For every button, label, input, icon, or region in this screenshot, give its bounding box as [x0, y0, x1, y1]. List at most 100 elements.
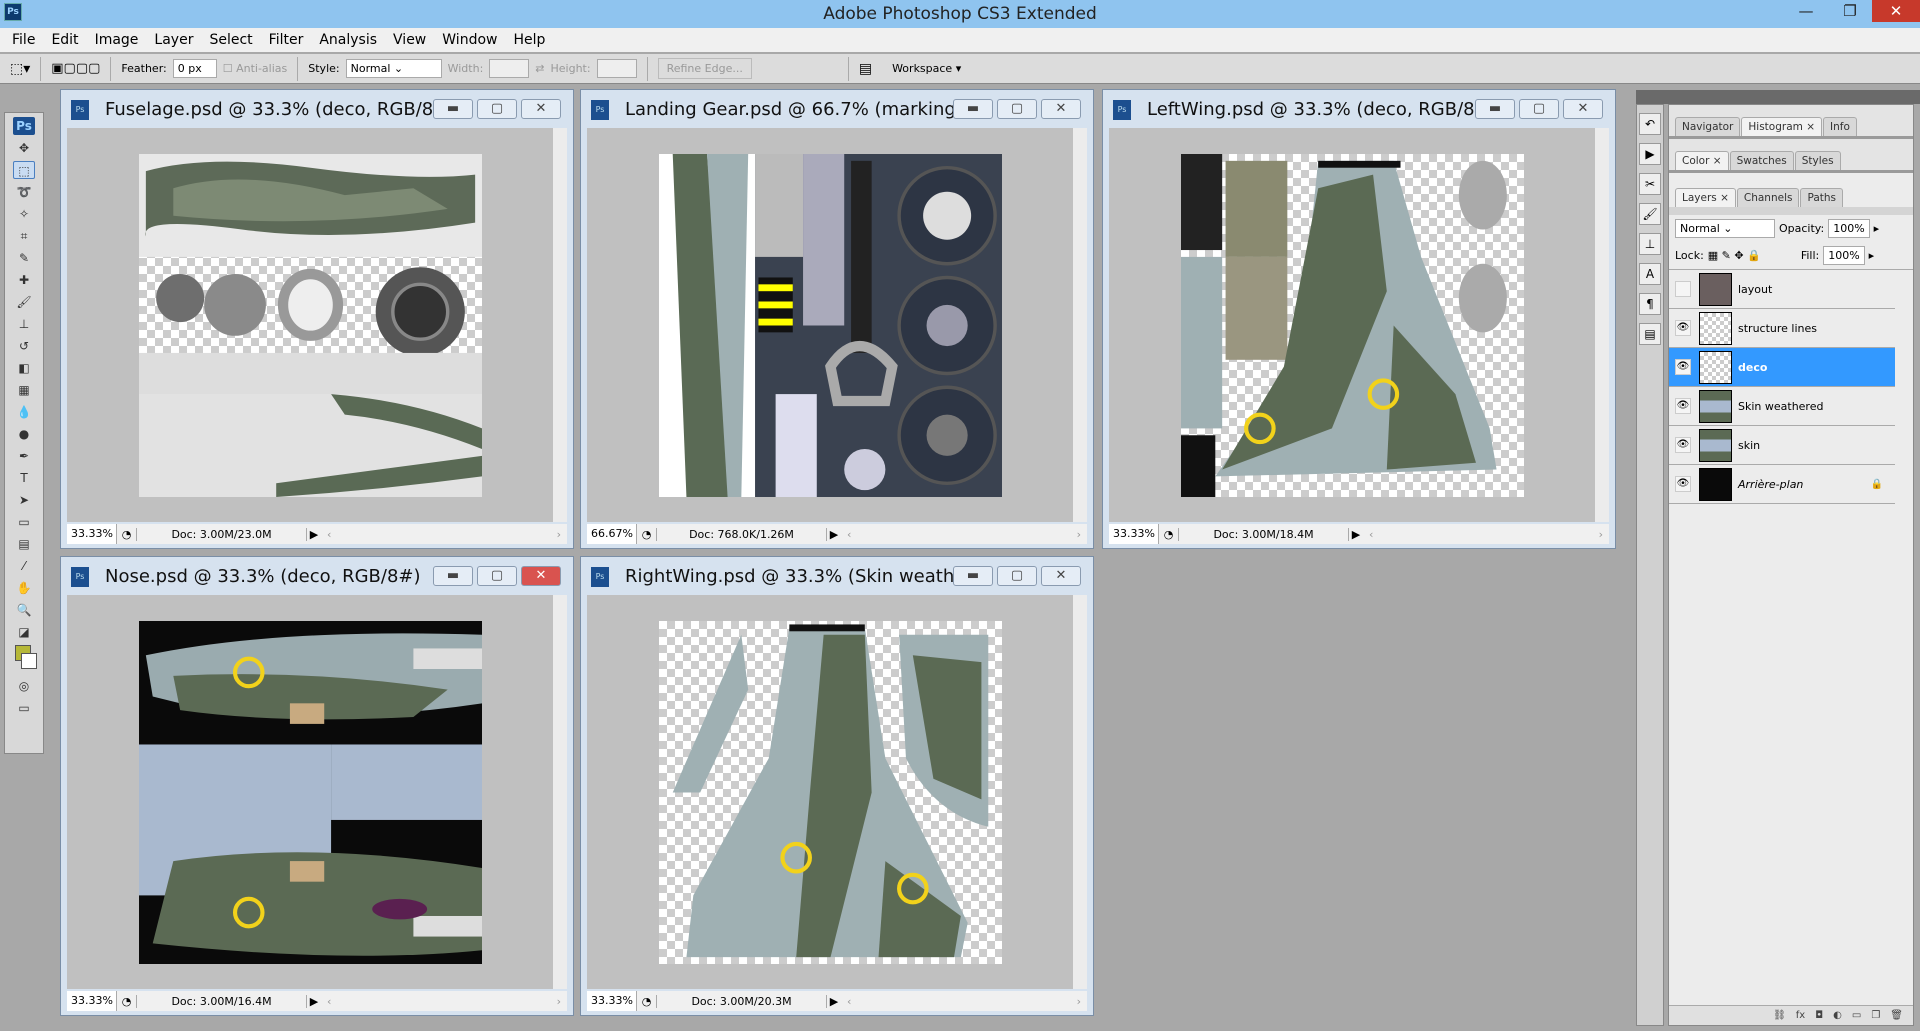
menu-help[interactable]: Help — [505, 32, 553, 48]
background-color[interactable] — [21, 653, 37, 669]
status-menu-arrow-icon[interactable]: ▶ — [827, 995, 841, 1008]
magic-wand-icon[interactable]: ✧ — [13, 205, 35, 223]
color-swatches[interactable] — [13, 645, 37, 673]
brush-tool-icon[interactable]: 🖌 — [13, 293, 35, 311]
panel-dock-header[interactable] — [1636, 90, 1920, 104]
shape-tool-icon[interactable]: ▭ — [13, 513, 35, 531]
height-input[interactable] — [596, 59, 637, 78]
actions-icon[interactable]: ▶ — [1639, 143, 1661, 165]
zoom-field[interactable]: 33.33% — [67, 991, 117, 1011]
anti-alias-checkbox[interactable]: ☐ Anti-alias — [223, 62, 288, 75]
menu-file[interactable]: File — [4, 32, 43, 48]
mask-icon[interactable]: ◘ — [1815, 1010, 1823, 1021]
canvas-area[interactable] — [587, 595, 1073, 989]
status-menu-arrow-icon[interactable]: ▶ — [307, 995, 321, 1008]
eye-icon[interactable]: 👁 — [1675, 320, 1691, 336]
menu-filter[interactable]: Filter — [261, 32, 312, 48]
layer-row-skin-weathered[interactable]: 👁 Skin weathered — [1669, 387, 1895, 426]
maximize-button[interactable]: ▢ — [1519, 99, 1559, 119]
bridge-icon[interactable]: ▤ — [859, 61, 872, 77]
width-input[interactable] — [489, 59, 530, 78]
feather-input[interactable]: 0 px — [172, 59, 217, 78]
pen-tool-icon[interactable]: ✒ — [13, 447, 35, 465]
tab-navigator[interactable]: Navigator — [1675, 117, 1741, 136]
tab-histogram[interactable]: Histogram × — [1741, 117, 1822, 136]
blur-tool-icon[interactable]: 💧 — [13, 403, 35, 421]
close-button[interactable]: ✕ — [521, 566, 561, 586]
zoom-field[interactable]: 33.33% — [587, 991, 637, 1011]
path-selection-icon[interactable]: ➤ — [13, 491, 35, 509]
status-info-icon[interactable]: ◔ — [637, 994, 657, 1008]
document-canvas[interactable] — [139, 621, 482, 964]
menu-edit[interactable]: Edit — [43, 32, 86, 48]
blend-mode-select[interactable]: Normal ⌄ — [1675, 219, 1775, 238]
document-window-rightwing[interactable]: Ps RightWing.psd @ 33.3% (Skin weather...… — [580, 556, 1094, 1016]
horizontal-scrollbar[interactable]: ‹ › — [1363, 528, 1609, 541]
zoom-field[interactable]: 33.33% — [1109, 524, 1159, 544]
type-tool-icon[interactable]: T — [13, 469, 35, 487]
vertical-scrollbar[interactable] — [1595, 128, 1609, 522]
vertical-scrollbar[interactable] — [1073, 128, 1087, 522]
style-select[interactable]: Normal ⌄ — [345, 59, 442, 78]
marquee-tool-icon[interactable]: ⬚ — [13, 161, 35, 179]
minimize-button[interactable]: ▬ — [953, 99, 993, 119]
brushes-icon[interactable]: 🖌 — [1639, 203, 1661, 225]
horizontal-scrollbar[interactable]: ‹ › — [841, 995, 1087, 1008]
menu-analysis[interactable]: Analysis — [311, 32, 385, 48]
notes-tool-icon[interactable]: ▤ — [13, 535, 35, 553]
close-button[interactable]: ✕ — [521, 99, 561, 119]
clone-source-icon[interactable]: ⊥ — [1639, 233, 1661, 255]
maximize-button[interactable]: ▢ — [997, 566, 1037, 586]
tab-styles[interactable]: Styles — [1794, 151, 1841, 170]
quick-mask-icon[interactable]: ◎ — [13, 677, 35, 695]
paragraph-icon[interactable]: ¶ — [1639, 293, 1661, 315]
screen-mode-icon[interactable]: ▭ — [13, 699, 35, 717]
visibility-toggle[interactable] — [1675, 281, 1691, 297]
fill-input[interactable]: 100% — [1823, 246, 1865, 265]
layer-row-arriere-plan[interactable]: 👁 Arrière-plan 🔒 — [1669, 465, 1895, 504]
layer-row-deco[interactable]: 👁 deco — [1669, 348, 1895, 387]
hand-tool-icon[interactable]: ✋ — [13, 579, 35, 597]
new-layer-icon[interactable]: ❐ — [1871, 1010, 1880, 1021]
maximize-button[interactable]: ▢ — [477, 99, 517, 119]
menu-image[interactable]: Image — [87, 32, 147, 48]
zoom-field[interactable]: 66.67% — [587, 524, 637, 544]
status-info-icon[interactable]: ◔ — [1159, 527, 1179, 541]
eye-icon[interactable]: 👁 — [1675, 437, 1691, 453]
menu-select[interactable]: Select — [201, 32, 260, 48]
zoom-field[interactable]: 33.33% — [67, 524, 117, 544]
fx-icon[interactable]: fx — [1796, 1010, 1805, 1021]
document-canvas[interactable] — [659, 154, 1002, 497]
eraser-tool-icon[interactable]: ◧ — [13, 359, 35, 377]
tab-swatches[interactable]: Swatches — [1729, 151, 1794, 170]
crop-tool-icon[interactable]: ⌗ — [13, 227, 35, 245]
tab-color[interactable]: Color × — [1675, 151, 1729, 170]
opacity-input[interactable]: 100% — [1828, 219, 1870, 238]
status-info-icon[interactable]: ◔ — [117, 994, 137, 1008]
horizontal-scrollbar[interactable]: ‹ › — [321, 528, 567, 541]
maximize-button[interactable]: ▢ — [997, 99, 1037, 119]
canvas-area[interactable] — [1109, 128, 1595, 522]
document-canvas[interactable] — [659, 621, 1002, 964]
horizontal-scrollbar[interactable]: ‹ › — [841, 528, 1087, 541]
clone-stamp-icon[interactable]: ⊥ — [13, 315, 35, 333]
horizontal-scrollbar[interactable]: ‹ › — [321, 995, 567, 1008]
adjustment-icon[interactable]: ◐ — [1833, 1010, 1842, 1021]
history-icon[interactable]: ↶ — [1639, 113, 1661, 135]
document-canvas[interactable] — [139, 154, 482, 497]
status-menu-arrow-icon[interactable]: ▶ — [1349, 528, 1363, 541]
group-icon[interactable]: ▭ — [1852, 1010, 1861, 1021]
refine-edge-button[interactable]: Refine Edge... — [657, 58, 752, 79]
move-tool-icon[interactable]: ✥ — [13, 139, 35, 157]
layer-row-structure-lines[interactable]: 👁 structure lines — [1669, 309, 1895, 348]
vertical-scrollbar[interactable] — [553, 595, 567, 989]
document-window-nose[interactable]: Ps Nose.psd @ 33.3% (deco, RGB/8#) ▬ ▢ ✕ 33… — [60, 556, 574, 1016]
link-icon[interactable]: ⛓ — [1773, 1010, 1786, 1021]
close-button[interactable]: ✕ — [1041, 566, 1081, 586]
lock-icons[interactable]: ▦ ✎ ✥ 🔒 — [1708, 249, 1761, 262]
canvas-area[interactable] — [587, 128, 1073, 522]
menu-layer[interactable]: Layer — [146, 32, 201, 48]
eye-icon[interactable]: 👁 — [1675, 476, 1691, 492]
close-button[interactable]: ✕ — [1563, 99, 1603, 119]
fill-arrow-icon[interactable]: ▸ — [1869, 249, 1875, 262]
